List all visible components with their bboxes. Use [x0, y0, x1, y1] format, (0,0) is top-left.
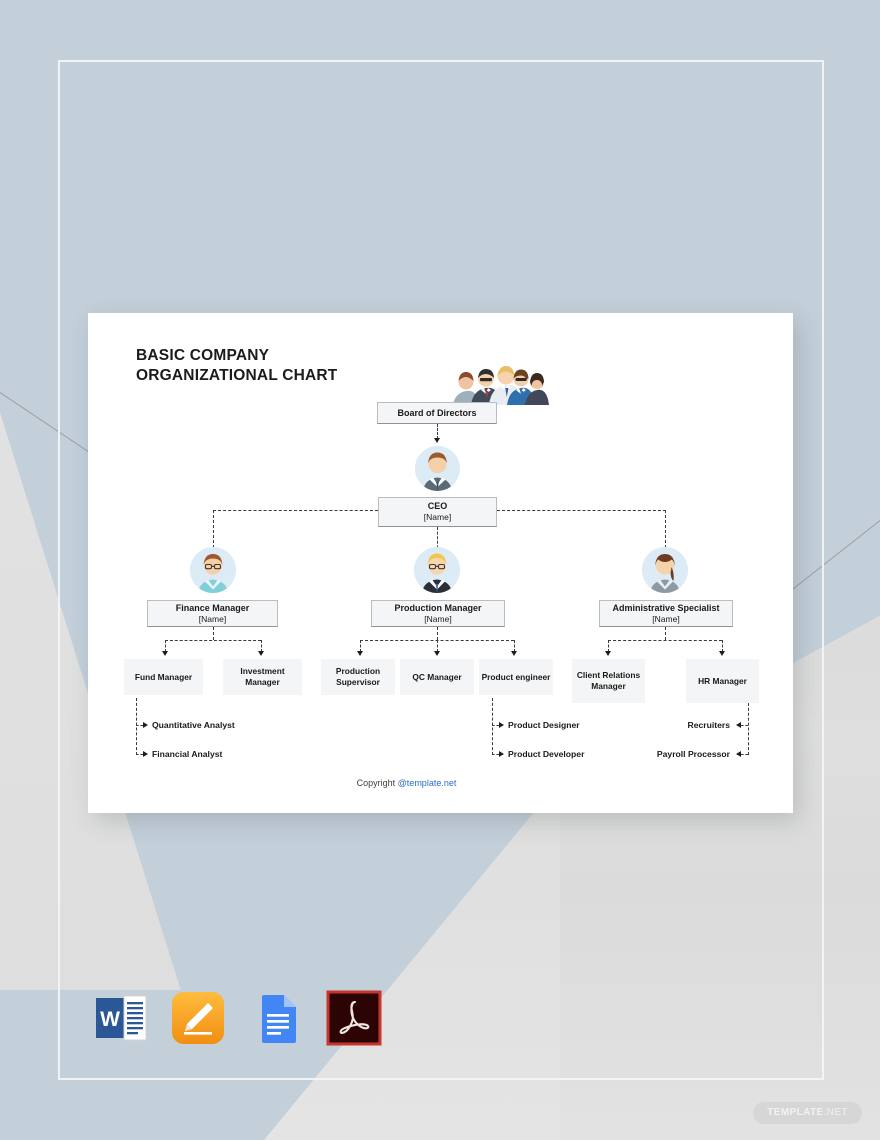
connector-finance-bus — [165, 640, 261, 641]
copyright-text: Copyright @template.net — [88, 778, 793, 788]
arrow-engineer-to-designer — [499, 721, 504, 728]
watermark-suffix: .NET — [823, 1107, 848, 1118]
arrow-board-to-ceo — [433, 438, 440, 443]
connector-engineer-stem — [492, 698, 493, 755]
connector-fund-to-quant — [136, 725, 143, 726]
arrow-finance-to-fund — [161, 651, 168, 656]
page-background: BASIC COMPANY ORGANIZATIONAL CHART Board… — [0, 0, 880, 1140]
female-avatar-icon — [642, 547, 688, 593]
node-label: Client Relations Manager — [576, 670, 641, 691]
connector-ceo-left-bus — [213, 510, 378, 511]
template-net-watermark: TEMPLATE.NET — [753, 1102, 862, 1124]
arrow-production-to-engineer — [510, 651, 517, 656]
node-product-engineer[interactable]: Product engineer — [479, 659, 553, 695]
node-sublabel: [Name] — [652, 613, 680, 624]
apple-pages-icon[interactable] — [170, 990, 226, 1046]
node-product-developer[interactable]: Product Developer — [508, 749, 584, 759]
watermark-main: TEMPLATE — [767, 1107, 824, 1118]
node-payroll-processor[interactable]: Payroll Processor — [598, 749, 730, 759]
node-qc-manager[interactable]: QC Manager — [400, 659, 474, 695]
node-sublabel: [Name] — [198, 613, 227, 624]
arrow-fund-to-quant — [143, 721, 148, 728]
node-finance-manager[interactable]: Finance Manager [Name] — [147, 600, 278, 627]
arrow-fund-to-financial — [143, 750, 148, 757]
node-label: Finance Manager — [175, 602, 250, 613]
document-page: BASIC COMPANY ORGANIZATIONAL CHART Board… — [88, 313, 793, 813]
arrow-hr-to-recruiters — [736, 721, 741, 728]
connector-admin-bus — [608, 640, 722, 641]
connector-hr-to-recruiters — [741, 725, 748, 726]
node-hr-manager[interactable]: HR Manager — [686, 659, 759, 703]
node-administrative-specialist[interactable]: Administrative Specialist [Name] — [599, 600, 733, 627]
node-label: Production Supervisor — [335, 666, 381, 687]
node-recruiters[interactable]: Recruiters — [618, 720, 730, 730]
svg-text:W: W — [100, 1008, 120, 1031]
node-label: Investment Manager — [240, 666, 285, 687]
microsoft-word-icon[interactable]: W — [92, 990, 148, 1046]
copyright-prefix: Copyright — [356, 778, 398, 788]
node-label: Board of Directors — [397, 407, 477, 418]
node-investment-manager[interactable]: Investment Manager — [223, 659, 302, 695]
connector-ceo-right-bus — [497, 510, 666, 511]
node-sublabel: [Name] — [423, 512, 452, 522]
connector-hr-to-payroll — [741, 754, 748, 755]
org-chart: Board of Directors CEO [Name] Finance Ma… — [88, 313, 793, 813]
node-label: Production Manager — [394, 602, 482, 613]
node-production-manager[interactable]: Production Manager [Name] — [371, 600, 505, 627]
node-label: HR Manager — [698, 675, 747, 686]
node-fund-manager[interactable]: Fund Manager — [124, 659, 203, 695]
node-ceo[interactable]: CEO [Name] — [378, 497, 497, 527]
node-sublabel: [Name] — [424, 613, 452, 624]
arrow-production-to-qc — [433, 651, 440, 656]
arrow-admin-to-hr — [718, 651, 725, 656]
node-client-relations-manager[interactable]: Client Relations Manager — [572, 659, 645, 703]
connector-engineer-to-developer — [492, 754, 499, 755]
google-docs-icon[interactable] — [248, 990, 304, 1046]
connector-fund-to-financial — [136, 754, 143, 755]
connector-admin-stem — [665, 627, 666, 640]
arrow-hr-to-payroll — [736, 750, 741, 757]
node-label: Administrative Specialist — [612, 602, 720, 613]
blond-male-avatar-icon — [414, 547, 460, 593]
male-executive-avatar-icon — [415, 446, 460, 491]
node-label: Product engineer — [481, 671, 551, 682]
node-label: QC Manager — [412, 671, 462, 682]
node-label: CEO — [427, 501, 448, 511]
node-label: Fund Manager — [134, 671, 193, 682]
connector-finance-stem — [213, 627, 214, 640]
template-net-link[interactable]: @template.net — [398, 778, 457, 788]
node-board-of-directors[interactable]: Board of Directors — [377, 402, 497, 424]
arrow-engineer-to-developer — [499, 750, 504, 757]
file-format-icons: W — [92, 990, 382, 1046]
arrow-finance-to-investment — [257, 651, 264, 656]
adobe-pdf-icon[interactable] — [326, 990, 382, 1046]
arrow-admin-to-client — [604, 651, 611, 656]
male-glasses-avatar-icon — [190, 547, 236, 593]
connector-board-to-ceo — [437, 424, 438, 439]
node-product-designer[interactable]: Product Designer — [508, 720, 580, 730]
node-quantitative-analyst[interactable]: Quantitative Analyst — [152, 720, 235, 730]
connector-engineer-to-designer — [492, 725, 499, 726]
node-production-supervisor[interactable]: Production Supervisor — [321, 659, 395, 695]
connector-fund-stem — [136, 698, 137, 755]
connector-hr-stem — [748, 703, 749, 755]
connector-production-stem — [437, 627, 438, 640]
node-financial-analyst[interactable]: Financial Analyst — [152, 749, 222, 759]
arrow-production-to-supervisor — [356, 651, 363, 656]
